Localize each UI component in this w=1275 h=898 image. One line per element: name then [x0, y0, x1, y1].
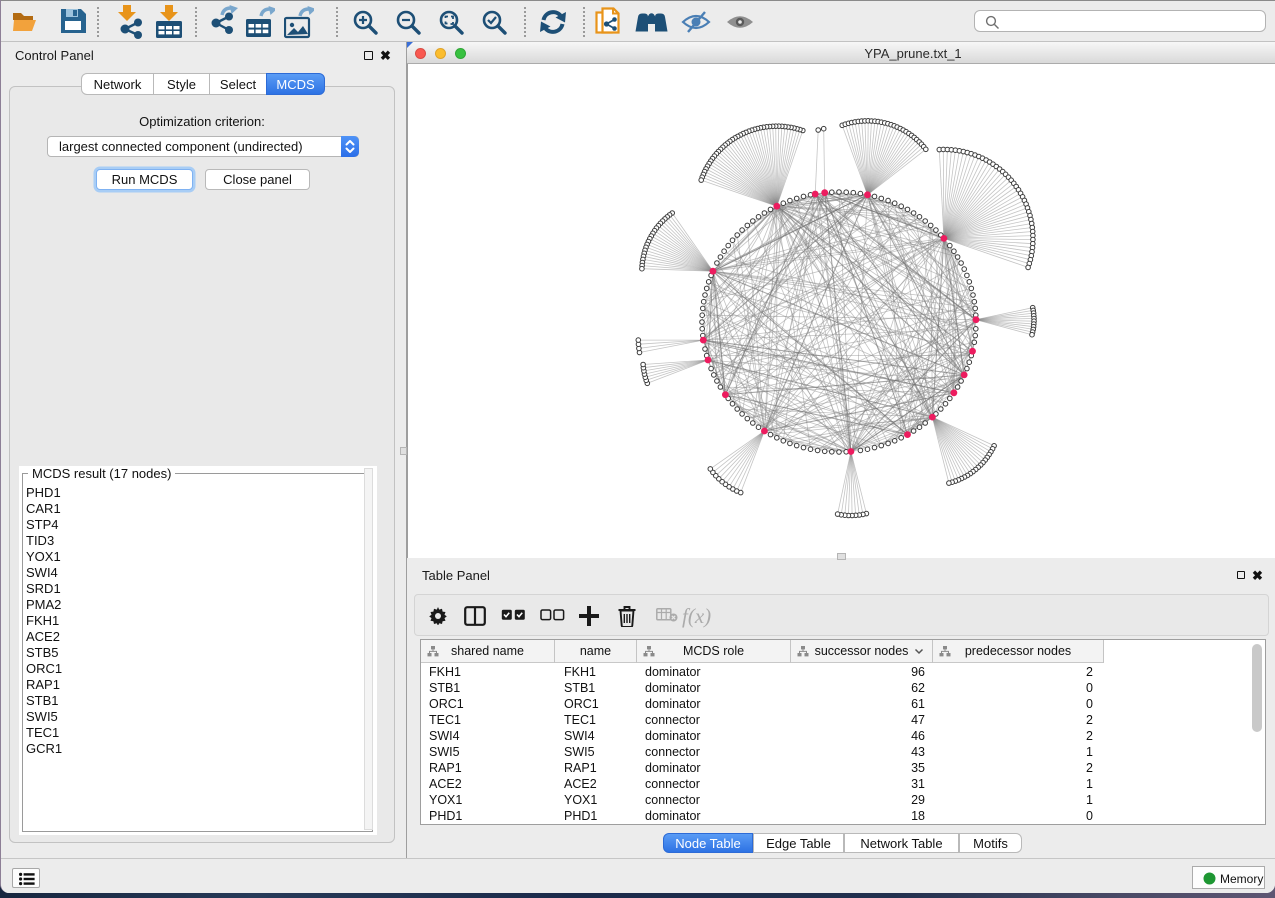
svg-text:f(x): f(x) — [682, 604, 711, 628]
